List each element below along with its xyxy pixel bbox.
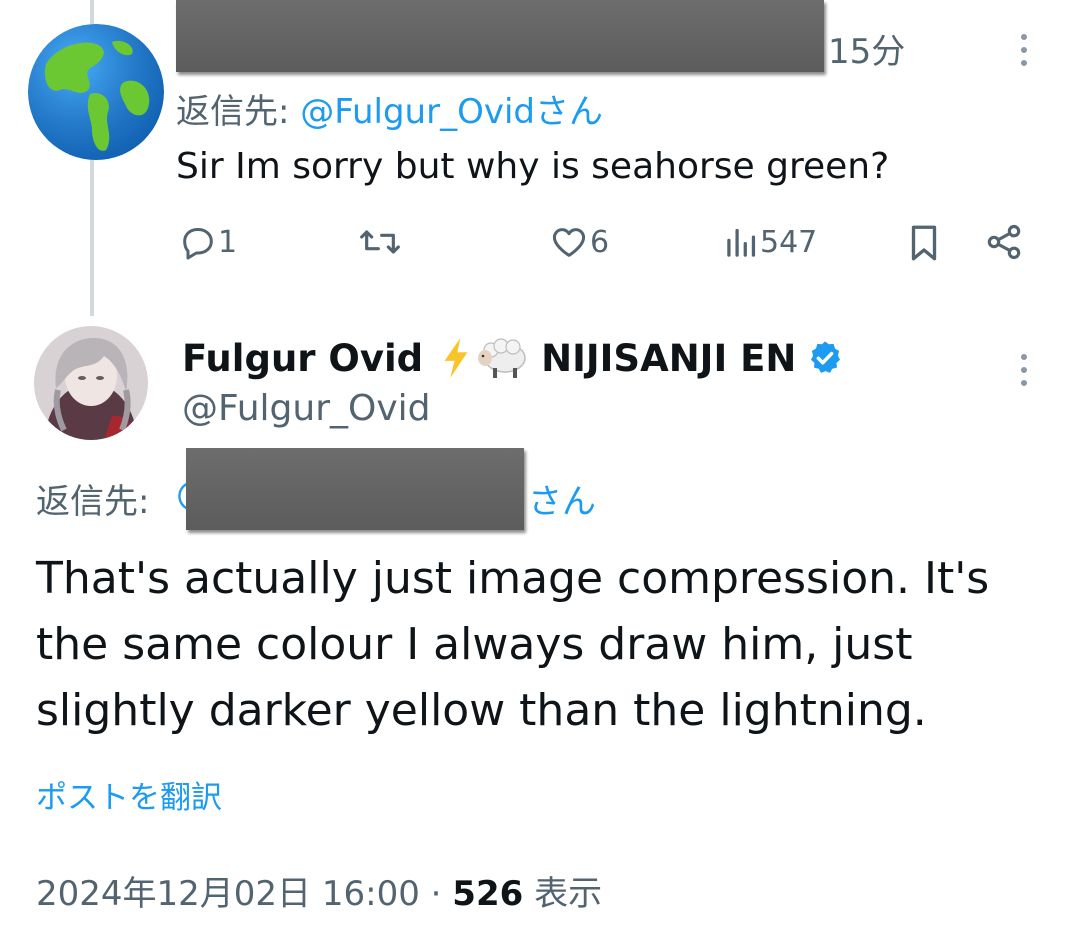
- reply-icon: [183, 228, 213, 260]
- tweet-timestamp[interactable]: 2024年12月02日 16:00: [36, 874, 420, 914]
- more-icon[interactable]: [1018, 34, 1030, 73]
- views-button[interactable]: 547: [724, 222, 817, 262]
- share-button[interactable]: [984, 222, 1024, 262]
- author-name-suffix: NIJISANJI EN: [541, 336, 797, 380]
- main-tweet-text: That's actually just image compression. …: [36, 553, 990, 736]
- reply-tweet-text: Sir Im sorry but why is seahorse green?: [176, 146, 890, 187]
- globe-avatar[interactable]: [28, 24, 164, 160]
- author-handle[interactable]: @Fulgur_Ovid: [182, 388, 431, 429]
- main-replying-to-prefix: 返信先:: [36, 482, 150, 522]
- tweet-view-count: 526: [452, 874, 524, 914]
- replying-to-handle-link[interactable]: @Fulgur_Ovid: [300, 92, 535, 132]
- views-icon: [727, 228, 756, 257]
- bookmark-button[interactable]: [906, 222, 942, 264]
- tweet-meta-line: 2024年12月02日 16:00 · 526 表示: [36, 866, 602, 915]
- tweet-view-label: 表示: [523, 874, 603, 914]
- redacted-handle-block: [186, 448, 524, 530]
- reply-timestamp: 15分: [828, 32, 906, 72]
- replying-to-line: 返信先: @Fulgur_Ovidさん: [176, 84, 603, 133]
- more-icon[interactable]: [1018, 354, 1030, 393]
- redacted-author-block: [176, 0, 824, 72]
- replying-to-suffix: さん: [534, 92, 603, 132]
- translate-post-link[interactable]: ポストを翻訳: [36, 772, 222, 817]
- like-count: 6: [590, 224, 610, 260]
- author-avatar[interactable]: [34, 326, 148, 440]
- reply-button[interactable]: 1: [178, 222, 237, 262]
- meta-separator: ·: [419, 874, 453, 914]
- author-name-row[interactable]: Fulgur Ovid NIJISANJI EN: [182, 336, 844, 380]
- retweet-button[interactable]: [358, 222, 402, 262]
- verified-badge-icon: [811, 341, 841, 373]
- author-emojis: [441, 336, 531, 380]
- author-name: Fulgur Ovid: [182, 336, 424, 380]
- share-icon: [987, 224, 1021, 260]
- like-icon: [552, 228, 586, 257]
- main-replying-to-suffix: さん: [528, 482, 596, 522]
- lightning-emoji: [444, 338, 468, 378]
- replying-to-prefix: 返信先:: [176, 92, 301, 132]
- retweet-icon: [360, 230, 400, 254]
- like-button[interactable]: 6: [548, 222, 609, 262]
- view-count: 547: [760, 224, 818, 260]
- bookmark-icon: [911, 225, 937, 261]
- sheep-emoji: [478, 338, 526, 378]
- reply-count: 1: [218, 224, 238, 260]
